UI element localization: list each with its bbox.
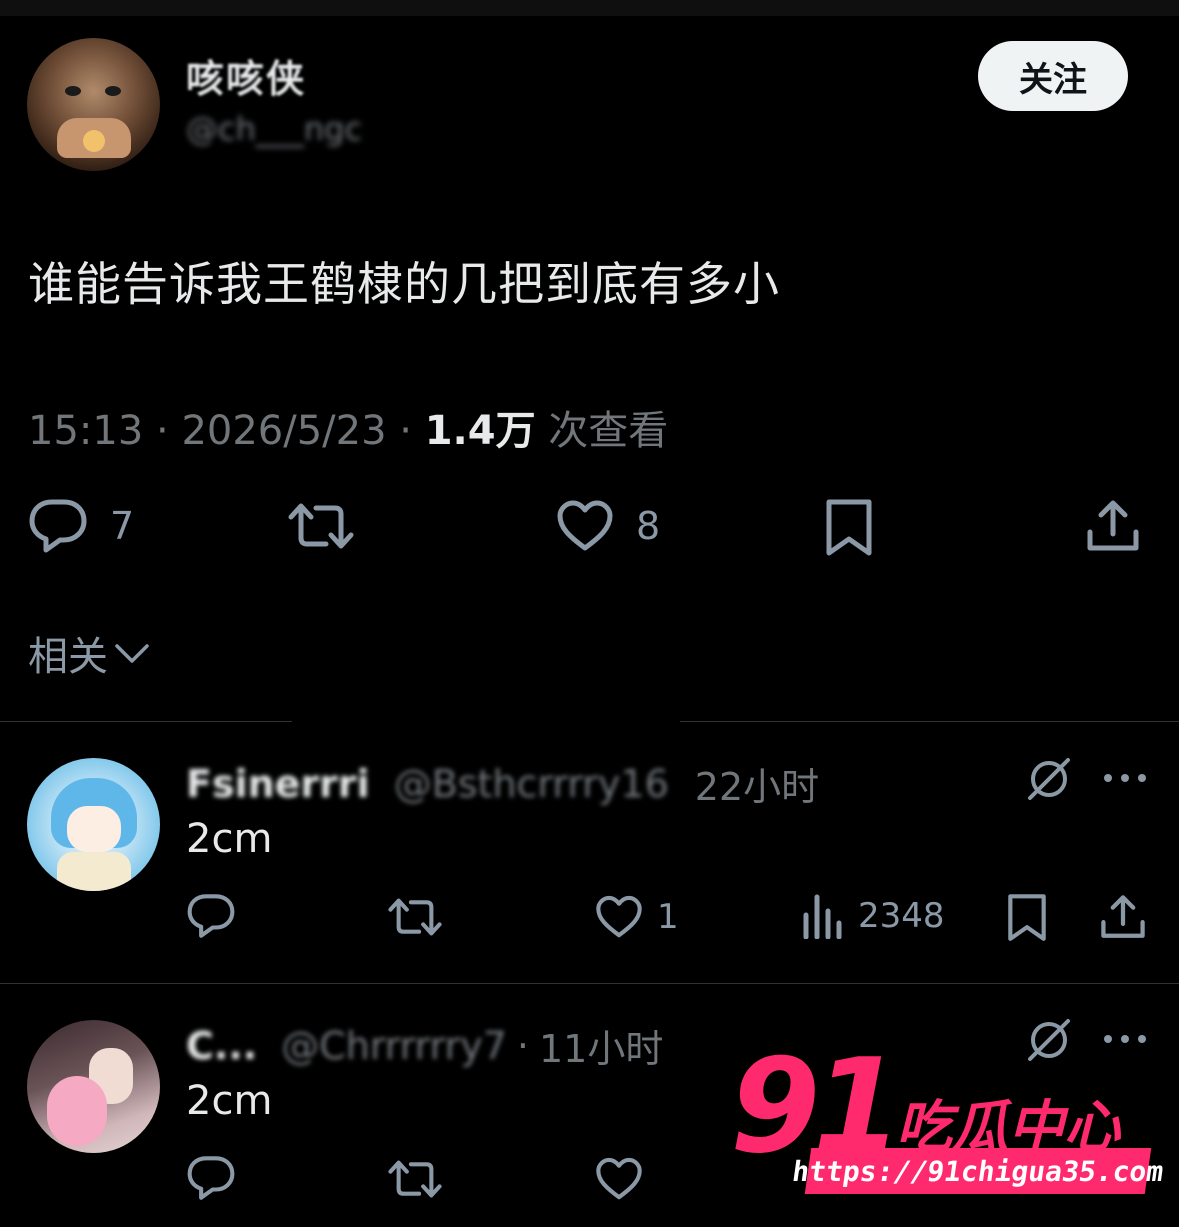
- reply-button[interactable]: [186, 893, 236, 939]
- like-button[interactable]: [595, 1157, 643, 1201]
- post-text: 谁能告诉我王鹤棣的几把到底有多小: [28, 257, 780, 311]
- retweet-button[interactable]: [388, 1157, 442, 1201]
- post-meta: 15:13 · 2026/5/23 · 1.4万 次查看: [28, 398, 668, 456]
- post-date[interactable]: 2026/5/23: [181, 408, 386, 454]
- divider: [0, 983, 1179, 984]
- reply-button[interactable]: [186, 1155, 236, 1201]
- share-button[interactable]: [1086, 498, 1140, 554]
- watermark: 91 吃瓜中心 https://91chigua35.com: [730, 1030, 1166, 1200]
- reply-text: 2cm: [186, 816, 273, 862]
- bookmark-button[interactable]: [824, 498, 874, 558]
- retweet-icon: [388, 895, 442, 939]
- author-display-name[interactable]: 咳咳侠: [186, 48, 306, 103]
- reply-text: 2cm: [186, 1078, 273, 1124]
- more-icon[interactable]: [1102, 770, 1148, 789]
- grok-icon[interactable]: [1026, 756, 1072, 806]
- share-icon: [1086, 498, 1140, 554]
- reply-header: C... @Chrrrrrry7 · 11小时: [186, 1018, 663, 1073]
- heart-icon: [595, 1157, 643, 1201]
- related-toggle[interactable]: 相关: [28, 624, 150, 682]
- reply-time[interactable]: 11小时: [539, 1018, 663, 1073]
- like-count: 1: [657, 897, 679, 937]
- like-button[interactable]: 1: [595, 895, 679, 939]
- reply-icon: [186, 893, 236, 939]
- reply-avatar[interactable]: [27, 758, 160, 891]
- author-handle[interactable]: @ch___ngc: [186, 110, 362, 148]
- meta-separator: ·: [156, 408, 169, 454]
- divider-gap: [292, 719, 680, 725]
- bookmark-button[interactable]: [1006, 893, 1048, 943]
- reply-handle[interactable]: @Chrrrrrry7: [281, 1024, 507, 1068]
- chevron-down-icon: [108, 641, 150, 665]
- heart-icon: [595, 895, 643, 939]
- retweet-button[interactable]: [388, 895, 442, 939]
- reply-icon: [28, 498, 88, 554]
- reply-avatar[interactable]: [27, 1020, 160, 1153]
- reply-header: Fsinerrri @Bsthcrrrry16 22小时: [186, 756, 819, 811]
- post-time[interactable]: 15:13: [28, 408, 143, 454]
- like-count: 8: [636, 504, 661, 548]
- view-count: 1.4万: [424, 408, 536, 454]
- retweet-icon: [388, 1157, 442, 1201]
- bookmark-icon: [1006, 893, 1048, 943]
- reply-button[interactable]: 7: [28, 498, 134, 554]
- follow-button[interactable]: 关注: [978, 41, 1128, 111]
- bookmark-icon: [824, 498, 874, 558]
- reply-count: 7: [110, 504, 135, 548]
- share-icon: [1100, 893, 1146, 941]
- reply-name[interactable]: C...: [186, 1024, 257, 1068]
- author-avatar[interactable]: [27, 38, 160, 171]
- meta-separator: ·: [399, 408, 412, 454]
- retweet-button[interactable]: [288, 500, 354, 552]
- like-button[interactable]: 8: [556, 500, 660, 552]
- retweet-icon: [288, 500, 354, 552]
- related-label: 相关: [28, 634, 108, 680]
- heart-icon: [556, 500, 614, 552]
- view-label: 次查看: [548, 408, 669, 454]
- watermark-url: https://91chigua35.com: [790, 1148, 1166, 1194]
- reply-icon: [186, 1155, 236, 1201]
- reply-handle[interactable]: @Bsthcrrrry16: [394, 762, 669, 806]
- views-button[interactable]: 2348: [802, 893, 945, 939]
- reply-time-separator: ·: [516, 1023, 529, 1068]
- status-strip: [0, 0, 1179, 16]
- view-count: 2348: [858, 896, 945, 936]
- reply-name[interactable]: Fsinerrri: [186, 762, 370, 806]
- reply-time[interactable]: 22小时: [695, 756, 819, 811]
- share-button[interactable]: [1100, 893, 1146, 941]
- views-icon: [802, 893, 844, 939]
